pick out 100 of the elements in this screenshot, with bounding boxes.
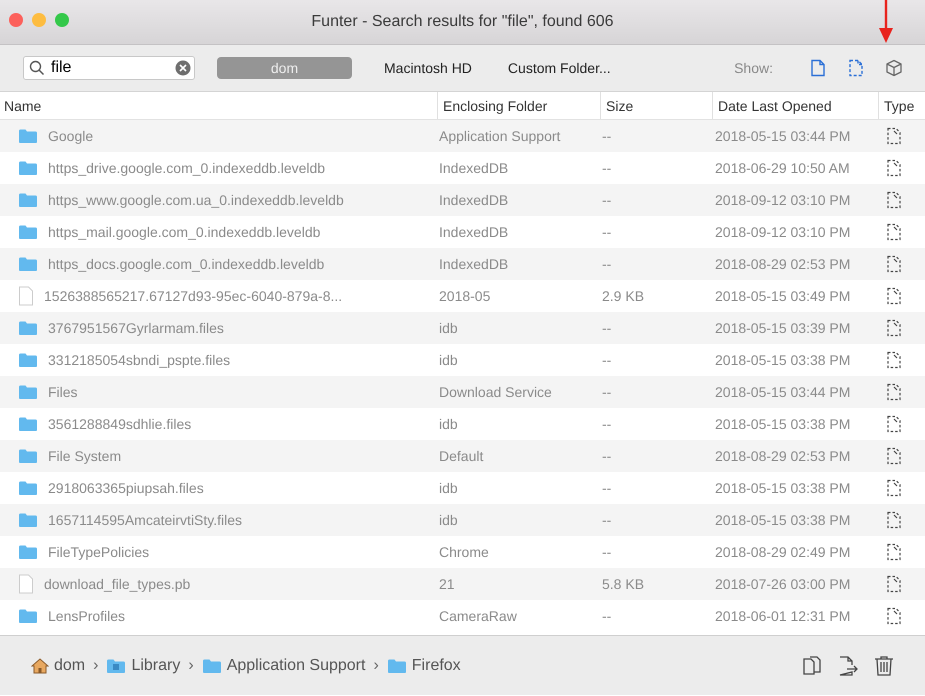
path-item[interactable]: Firefox	[412, 656, 461, 674]
file-name: LensProfiles	[48, 608, 126, 624]
file-name: https_docs.google.com_0.indexeddb.leveldb	[48, 256, 324, 272]
date-last-opened: 2018-08-29 02:53 PM	[715, 256, 850, 272]
file-size: 2.9 KB	[602, 288, 644, 304]
window-title: Funter - Search results for "file", found 606	[311, 13, 614, 31]
file-name: https_drive.google.com_0.indexeddb.leveldb	[48, 160, 326, 176]
date-last-opened: 2018-05-15 03:38 PM	[715, 512, 850, 528]
dashed-file-icon	[886, 511, 902, 529]
dashed-file-icon	[886, 607, 902, 625]
date-last-opened: 2018-08-29 02:49 PM	[715, 544, 850, 560]
column-header[interactable]: Type	[878, 92, 925, 119]
file-size: --	[602, 416, 612, 432]
folder-icon	[18, 416, 38, 432]
enclosing-folder: idb	[439, 480, 458, 496]
dashed-file-icon	[886, 223, 902, 241]
date-last-opened: 2018-05-15 03:49 PM	[715, 288, 850, 304]
file-name: 1657114595AmcateirvtiSty.files	[48, 512, 242, 528]
enclosing-folder: 21	[439, 576, 455, 592]
file-size: 5.8 KB	[602, 576, 644, 592]
path-item[interactable]: Library	[131, 656, 180, 674]
file-name: FileTypePolicies	[48, 544, 150, 560]
enclosing-folder: IndexedDB	[439, 256, 508, 272]
folder-icon	[18, 480, 38, 496]
folder-icon	[18, 608, 38, 624]
home-icon	[31, 658, 49, 674]
file-icon	[18, 574, 34, 594]
enclosing-folder: Default	[439, 448, 484, 464]
date-last-opened: 2018-06-29 10:50 AM	[715, 160, 850, 176]
file-icon	[18, 286, 34, 306]
enclosing-folder: idb	[439, 512, 458, 528]
folder-icon	[18, 160, 38, 176]
enclosing-folder: idb	[439, 352, 458, 368]
cube-icon	[885, 59, 903, 77]
annotation-arrow-drawing	[878, 0, 894, 44]
file-name: 3312185054sbndi_pspte.files	[48, 352, 230, 368]
file-name: download_file_types.pb	[44, 576, 190, 592]
file-size: --	[602, 608, 612, 624]
scope-button[interactable]: Custom Folder...	[508, 57, 611, 79]
path-separator: ›	[93, 656, 98, 674]
date-last-opened: 2018-05-15 03:44 PM	[715, 384, 850, 400]
column-header[interactable]: Date Last Opened	[712, 92, 878, 119]
dashed-file-icon	[886, 191, 902, 209]
file-size: --	[602, 128, 612, 144]
folder-icon	[18, 352, 38, 368]
file-size: --	[602, 384, 612, 400]
folder-icon	[18, 256, 38, 272]
folder-icon	[18, 544, 38, 560]
scope-button[interactable]: Macintosh HD	[384, 57, 472, 79]
show-label: Show:	[734, 60, 773, 76]
path-item[interactable]: Application Support	[226, 656, 366, 674]
enclosing-folder: idb	[439, 320, 458, 336]
date-last-opened: 2018-05-15 03:38 PM	[715, 480, 850, 496]
enclosing-folder: CameraRaw	[439, 608, 517, 624]
file-size: --	[602, 448, 612, 464]
enclosing-folder: Application Support	[439, 128, 560, 144]
path-separator: ›	[188, 656, 194, 674]
enclosing-folder: 2018-05	[439, 288, 490, 304]
export-file-icon[interactable]	[837, 654, 859, 676]
file-name: File System	[48, 448, 122, 464]
file-name: Files	[48, 384, 78, 400]
date-last-opened: 2018-05-15 03:39 PM	[715, 320, 850, 336]
date-last-opened: 2018-05-15 03:38 PM	[715, 416, 850, 432]
dashed-file-icon	[886, 255, 902, 273]
column-header[interactable]: Enclosing Folder	[437, 92, 600, 119]
column-header[interactable]: Name	[0, 92, 437, 119]
date-last-opened: 2018-08-29 02:53 PM	[715, 448, 850, 464]
trash-icon[interactable]	[873, 654, 895, 676]
copy-icon[interactable]	[801, 654, 823, 676]
dashed-file-icon	[886, 383, 902, 401]
file-icon	[810, 59, 826, 77]
file-size: --	[602, 256, 612, 272]
dashed-file-icon	[886, 447, 902, 465]
date-last-opened: 2018-05-15 03:38 PM	[715, 352, 850, 368]
dashed-file-icon	[886, 127, 902, 145]
enclosing-folder: Chrome	[439, 544, 489, 560]
file-name: 3561288849sdhlie.files	[48, 416, 192, 432]
dashed-file-icon	[886, 575, 902, 593]
path-item[interactable]: dom	[54, 656, 86, 674]
folder-icon	[18, 128, 38, 144]
folder-icon	[18, 320, 38, 336]
date-last-opened: 2018-09-12 03:10 PM	[715, 192, 850, 208]
dashed-file-icon	[886, 351, 902, 369]
dashed-file-icon	[848, 59, 864, 77]
clear-icon[interactable]	[175, 60, 191, 76]
folder-icon	[18, 448, 38, 464]
file-size: --	[602, 512, 612, 528]
file-name: https_mail.google.com_0.indexeddb.leveldb	[48, 224, 320, 240]
dashed-file-icon	[886, 479, 902, 497]
column-header[interactable]: Size	[600, 92, 712, 119]
dashed-file-icon	[886, 319, 902, 337]
search-field[interactable]: file	[23, 56, 195, 80]
file-size: --	[602, 192, 612, 208]
file-name: 3767951567Gyrlarmam.files	[48, 320, 224, 336]
file-size: --	[602, 352, 612, 368]
dashed-file-icon	[886, 543, 902, 561]
enclosing-folder: IndexedDB	[439, 224, 508, 240]
enclosing-folder: IndexedDB	[439, 160, 508, 176]
search-icon	[29, 60, 45, 76]
file-size: --	[602, 320, 612, 336]
